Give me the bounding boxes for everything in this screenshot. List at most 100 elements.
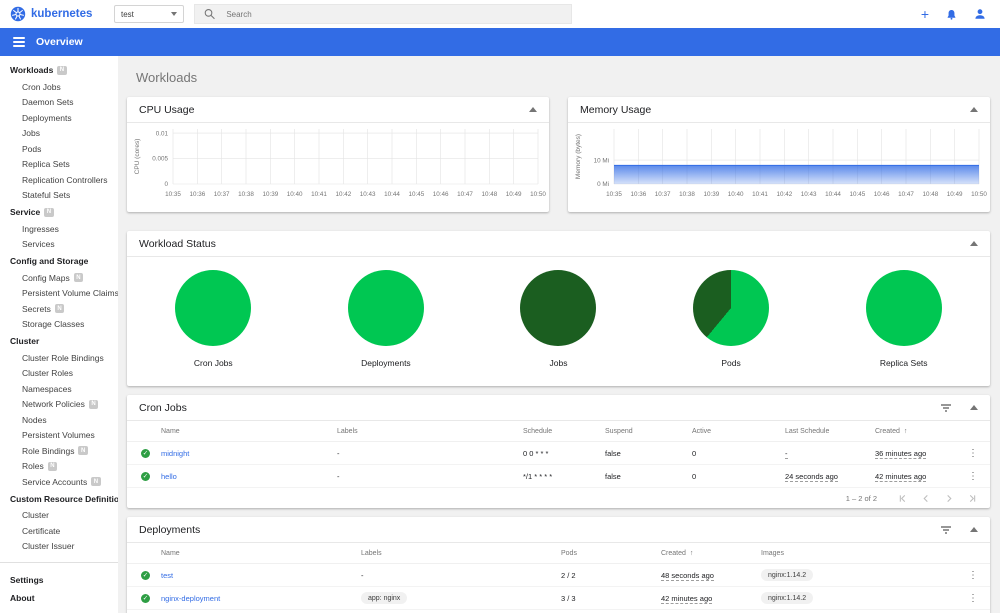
svg-text:10:36: 10:36 xyxy=(630,191,646,198)
sidebar-item-storage-classes[interactable]: Storage Classes xyxy=(0,317,118,333)
column-header-created[interactable]: Created ↑ xyxy=(875,428,968,435)
memory-usage-chart: 10:35 10:36 10:37 10:38 10:39 10:40 10:41 10:42… xyxy=(568,123,990,211)
cell-suspend: false xyxy=(605,472,692,481)
sidebar-section-custom-resource-definitions[interactable]: Custom Resource Definitions xyxy=(0,490,118,508)
table-row: ✓ test - 2 / 2 48 seconds ago nginx:1.14.2 ⋮ xyxy=(127,564,990,587)
resource-link[interactable]: test xyxy=(161,571,173,580)
table-row: ✓ midnight - 0 0 * * * false 0 - 36 minutes ago… xyxy=(127,442,990,465)
column-header-active[interactable]: Active xyxy=(692,428,785,435)
row-menu-icon[interactable]: ⋮ xyxy=(968,593,990,604)
sidebar-item-ingresses[interactable]: Ingresses xyxy=(0,221,118,237)
menu-hamburger-icon[interactable] xyxy=(13,37,25,47)
sidebar-item-secrets[interactable]: Secrets N xyxy=(0,301,118,317)
svg-text:10:40: 10:40 xyxy=(287,191,303,198)
column-header-pods[interactable]: Pods xyxy=(561,550,661,557)
collapse-icon[interactable] xyxy=(970,527,978,532)
next-page-icon[interactable] xyxy=(945,494,953,503)
cron-jobs-title: Cron Jobs xyxy=(139,401,187,414)
column-header-images[interactable]: Images xyxy=(761,550,968,557)
namespace-selector[interactable]: test xyxy=(114,5,184,23)
check-icon: ✓ xyxy=(141,472,150,481)
sidebar-item-role-bindings[interactable]: Role Bindings N xyxy=(0,443,118,459)
cell-text: 2 / 2 xyxy=(561,570,576,580)
sidebar-item-service-accounts[interactable]: Service Accounts N xyxy=(0,474,118,490)
item-label: Daemon Sets xyxy=(22,97,74,108)
first-page-icon[interactable] xyxy=(899,494,907,503)
last-page-icon[interactable] xyxy=(968,494,976,503)
deployments-title: Deployments xyxy=(139,523,201,536)
notifications-bell-icon[interactable] xyxy=(946,9,957,20)
sidebar-item-network-policies[interactable]: Network Policies N xyxy=(0,397,118,413)
row-menu-icon[interactable]: ⋮ xyxy=(968,471,990,482)
filter-icon[interactable] xyxy=(940,525,952,535)
search-input[interactable] xyxy=(224,8,562,20)
sidebar-item-cluster-role-bindings[interactable]: Cluster Role Bindings xyxy=(0,350,118,366)
sidebar-item-replica-sets[interactable]: Replica Sets xyxy=(0,157,118,173)
user-profile-icon[interactable] xyxy=(974,8,986,20)
sidebar-section-cluster[interactable]: Cluster xyxy=(0,332,118,350)
collapse-icon[interactable] xyxy=(970,107,978,112)
column-header-name[interactable]: Name xyxy=(161,428,337,435)
sidebar-item-pods[interactable]: Pods xyxy=(0,141,118,157)
cell-text: false xyxy=(605,448,621,458)
cpu-card-header: CPU Usage xyxy=(127,97,549,123)
collapse-icon[interactable] xyxy=(970,241,978,246)
row-menu-icon[interactable]: ⋮ xyxy=(968,448,990,459)
sidebar-section-config-and-storage[interactable]: Config and Storage xyxy=(0,252,118,270)
cell-created: 48 seconds ago xyxy=(661,570,761,581)
sidebar-item-services[interactable]: Services xyxy=(0,237,118,253)
svg-text:0 Mi: 0 Mi xyxy=(597,181,609,188)
cell-images: nginx:1.14.2 xyxy=(761,569,968,581)
cell-active: 0 xyxy=(692,449,785,458)
resource-link[interactable]: midnight xyxy=(161,449,189,458)
sidebar-item-certificate[interactable]: Certificate xyxy=(0,523,118,539)
pie-label: Replica Sets xyxy=(879,358,928,368)
memory-card-header: Memory Usage xyxy=(568,97,990,123)
svg-text:0.005: 0.005 xyxy=(152,156,168,163)
collapse-icon[interactable] xyxy=(529,107,537,112)
kubernetes-logo[interactable]: kubernetes xyxy=(10,6,106,22)
sidebar-divider xyxy=(0,562,118,563)
svg-text:0.01: 0.01 xyxy=(156,130,169,137)
sidebar-item-about[interactable]: About xyxy=(0,589,118,607)
namespaced-badge: N xyxy=(44,207,54,217)
sidebar-item-deployments[interactable]: Deployments xyxy=(0,110,118,126)
sidebar-item-stateful-sets[interactable]: Stateful Sets xyxy=(0,188,118,204)
sidebar-item-persistent-volume-claims[interactable]: Persistent Volume ClaimsN xyxy=(0,286,118,302)
resource-link[interactable]: hello xyxy=(161,472,177,481)
row-menu-icon[interactable]: ⋮ xyxy=(968,570,990,581)
table-row: ✓ hello - */1 * * * * false 0 24 seconds ago 42… xyxy=(127,465,990,488)
column-header-labels[interactable]: Labels xyxy=(337,428,523,435)
sidebar-item-cluster-roles[interactable]: Cluster Roles xyxy=(0,366,118,382)
collapse-icon[interactable] xyxy=(970,405,978,410)
sidebar-item-roles[interactable]: Roles N xyxy=(0,459,118,475)
create-resource-button[interactable]: + xyxy=(921,7,929,21)
item-label: Role Bindings xyxy=(22,445,75,456)
sidebar-item-config-maps[interactable]: Config Maps N xyxy=(0,270,118,286)
sidebar-item-replication-controllers[interactable]: Replication Controllers xyxy=(0,172,118,188)
sidebar-item-cron-jobs[interactable]: Cron Jobs xyxy=(0,79,118,95)
sidebar-section-workloads[interactable]: Workloads N xyxy=(0,61,118,79)
sidebar-item-settings[interactable]: Settings xyxy=(0,571,118,589)
sidebar-item-cluster[interactable]: Cluster xyxy=(0,508,118,524)
sidebar-item-nodes[interactable]: Nodes xyxy=(0,412,118,428)
column-header-schedule[interactable]: Schedule xyxy=(523,428,605,435)
sidebar-item-cluster-issuer[interactable]: Cluster Issuer xyxy=(0,539,118,555)
column-header-created[interactable]: Created ↑ xyxy=(661,550,761,557)
svg-text:0: 0 xyxy=(164,181,168,188)
cpu-usage-card: CPU Usage 10:35 10:36 10:37 10:38 10:39 10:40… xyxy=(127,97,549,212)
sidebar-item-persistent-volumes[interactable]: Persistent Volumes xyxy=(0,428,118,444)
resource-link[interactable]: nginx-deployment xyxy=(161,594,220,603)
filter-icon[interactable] xyxy=(940,403,952,413)
sidebar-item-namespaces[interactable]: Namespaces xyxy=(0,381,118,397)
sidebar-item-jobs[interactable]: Jobs xyxy=(0,126,118,142)
sidebar-section-service[interactable]: Service N xyxy=(0,203,118,221)
column-header-name[interactable]: Name xyxy=(161,550,361,557)
column-header-last-schedule[interactable]: Last Schedule xyxy=(785,428,875,435)
sidebar-item-daemon-sets[interactable]: Daemon Sets xyxy=(0,95,118,111)
column-header-suspend[interactable]: Suspend xyxy=(605,428,692,435)
deployments-pie-chart xyxy=(347,270,424,346)
memory-usage-card: Memory Usage 10:35 10:36 10:37 10:38 10:39 10… xyxy=(568,97,990,212)
column-header-labels[interactable]: Labels xyxy=(361,550,561,557)
previous-page-icon[interactable] xyxy=(922,494,930,503)
